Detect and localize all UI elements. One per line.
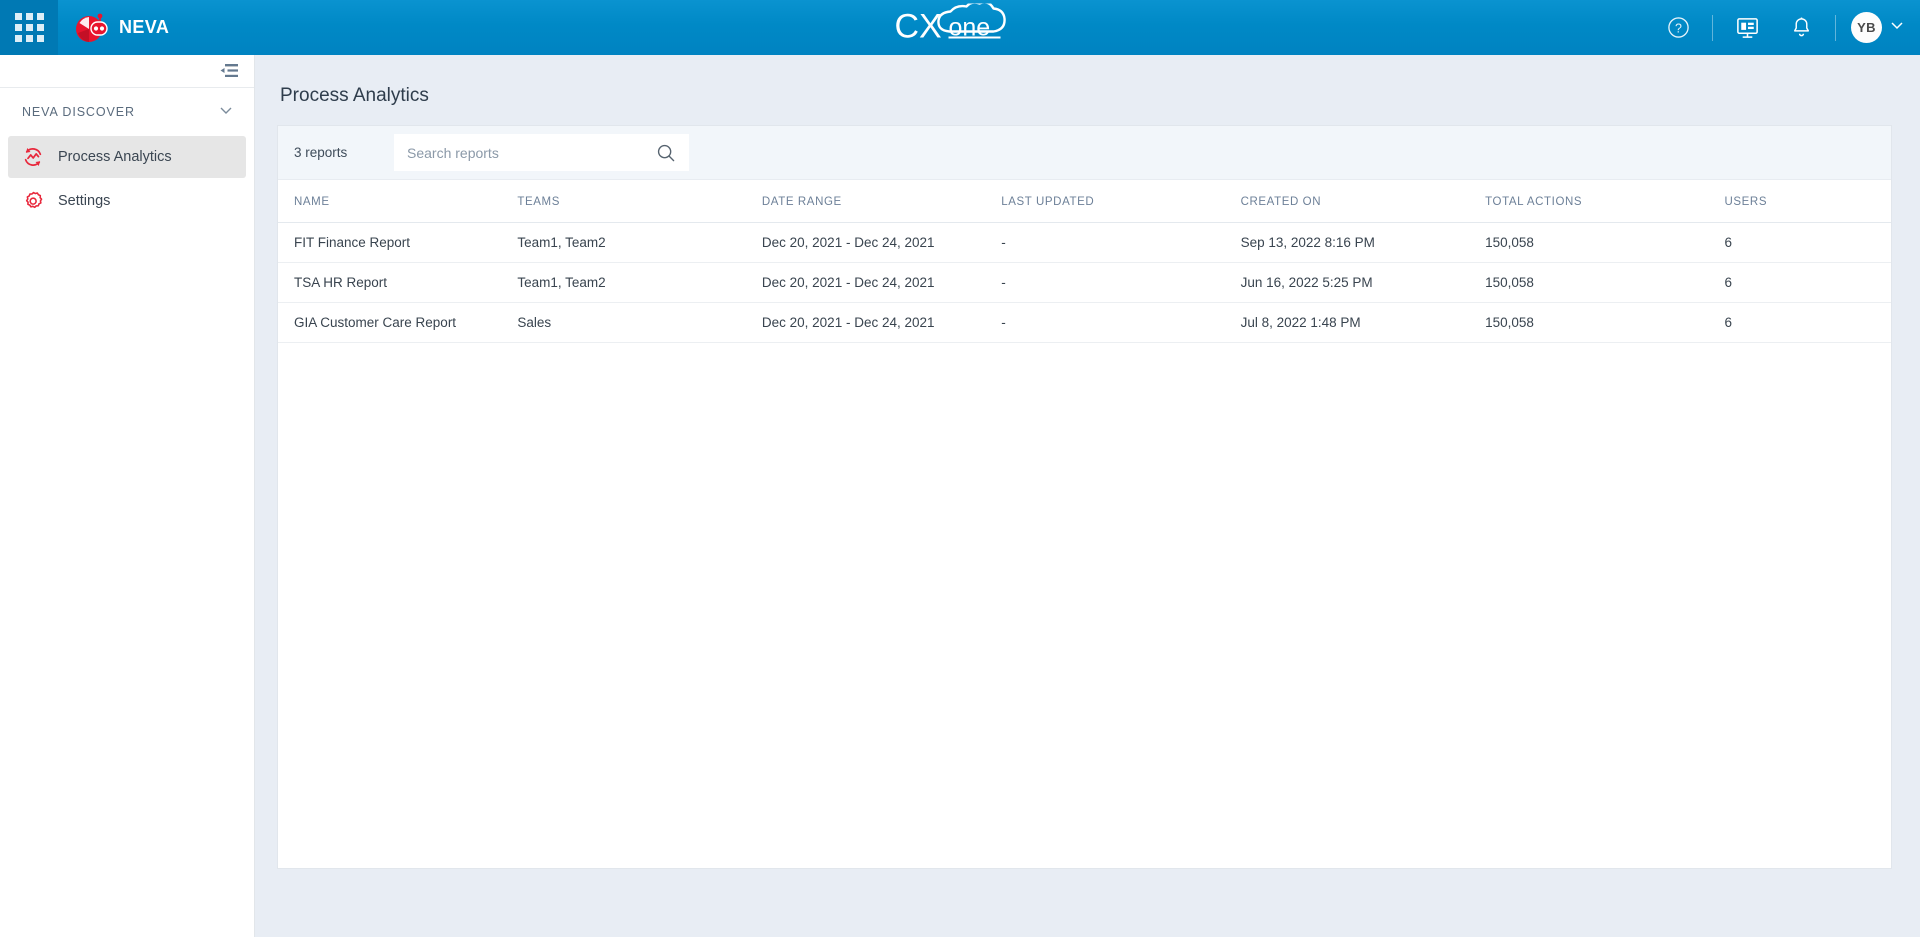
cell-total-actions: 150,058 (1485, 302, 1725, 343)
table-header: NAME TEAMS DATE RANGE LAST UPDATED CREAT… (278, 180, 1891, 223)
main-content: Process Analytics 3 reports NAME (255, 55, 1920, 937)
neva-robot-logo-icon (74, 11, 108, 45)
collapse-panel-icon (220, 64, 238, 77)
sidebar-item-settings[interactable]: Settings (8, 180, 246, 222)
cell-users: 6 (1724, 262, 1891, 303)
cell-name: TSA HR Report (278, 262, 518, 303)
column-header-date-range[interactable]: DATE RANGE (761, 180, 1002, 223)
cell-total-actions: 150,058 (1485, 222, 1725, 263)
sidebar-item-process-analytics[interactable]: Process Analytics (8, 136, 246, 178)
reports-toolbar: 3 reports (278, 126, 1891, 180)
cell-created-on: Jul 8, 2022 1:48 PM (1240, 302, 1486, 343)
presentation-screen-icon (1736, 18, 1758, 38)
cell-total-actions: 150,058 (1485, 262, 1725, 303)
column-header-teams[interactable]: TEAMS (517, 180, 762, 223)
cell-name: FIT Finance Report (278, 222, 518, 263)
search-icon (657, 144, 675, 161)
avatar: YB (1851, 12, 1882, 43)
cell-teams: Team1, Team2 (517, 222, 762, 263)
svg-text:?: ? (1675, 21, 1682, 35)
topbar-actions: ? YB (1651, 0, 1904, 55)
chevron-down-icon (1890, 18, 1904, 37)
cxone-logo: CX one (893, 0, 1028, 52)
reports-table: NAME TEAMS DATE RANGE LAST UPDATED CREAT… (278, 180, 1891, 343)
column-header-name[interactable]: NAME (278, 180, 518, 223)
divider (1712, 14, 1713, 41)
cell-teams: Team1, Team2 (517, 262, 762, 303)
reports-table-container: NAME TEAMS DATE RANGE LAST UPDATED CREAT… (278, 180, 1891, 868)
cell-date-range: Dec 20, 2021 - Dec 24, 2021 (761, 222, 1002, 263)
table-body: FIT Finance Report Team1, Team2 Dec 20, … (278, 222, 1891, 343)
sidebar: NEVA DISCOVER Process Analytics Settings (0, 55, 255, 937)
cell-users: 6 (1724, 302, 1891, 343)
search-box[interactable] (394, 134, 689, 171)
search-button[interactable] (649, 142, 677, 164)
table-row[interactable]: TSA HR Report Team1, Team2 Dec 20, 2021 … (278, 262, 1891, 303)
search-input[interactable] (407, 144, 649, 161)
column-header-users[interactable]: USERS (1724, 180, 1891, 223)
table-row[interactable]: GIA Customer Care Report Sales Dec 20, 2… (278, 302, 1891, 343)
cell-created-on: Jun 16, 2022 5:25 PM (1240, 262, 1486, 303)
cell-last-updated: - (1001, 222, 1241, 263)
cell-users: 6 (1724, 222, 1891, 263)
chevron-down-icon (218, 102, 234, 123)
reports-card: 3 reports NAME TEAMS DATE RANGE (277, 125, 1892, 869)
cell-name: GIA Customer Care Report (278, 302, 518, 343)
app-launcher-button[interactable] (0, 0, 58, 55)
table-header-row: NAME TEAMS DATE RANGE LAST UPDATED CREAT… (278, 180, 1891, 223)
cell-created-on: Sep 13, 2022 8:16 PM (1240, 222, 1486, 263)
cell-teams: Sales (517, 302, 762, 343)
table-row[interactable]: FIT Finance Report Team1, Team2 Dec 20, … (278, 222, 1891, 263)
cell-last-updated: - (1001, 302, 1241, 343)
column-header-last-updated[interactable]: LAST UPDATED (1001, 180, 1241, 223)
sidebar-collapse-button[interactable] (219, 62, 239, 80)
brand-name-label: NEVA (119, 17, 170, 37)
report-count-label: 3 reports (294, 145, 348, 160)
divider (1835, 14, 1836, 41)
help-button[interactable]: ? (1651, 0, 1705, 55)
notifications-button[interactable] (1774, 0, 1828, 55)
sidebar-section-label: NEVA DISCOVER (22, 105, 135, 119)
cell-last-updated: - (1001, 262, 1241, 303)
column-header-created-on[interactable]: CREATED ON (1240, 180, 1486, 223)
gear-icon (22, 190, 44, 212)
bell-icon (1793, 17, 1809, 37)
sidebar-header (0, 55, 254, 88)
user-menu-button[interactable]: YB (1843, 12, 1904, 43)
sidebar-item-label: Settings (58, 193, 111, 209)
column-header-total-actions[interactable]: TOTAL ACTIONS (1485, 180, 1725, 223)
page-title: Process Analytics (280, 85, 429, 106)
sidebar-item-label: Process Analytics (58, 149, 172, 165)
cell-date-range: Dec 20, 2021 - Dec 24, 2021 (761, 302, 1002, 343)
process-analytics-icon (22, 146, 44, 168)
help-circle-icon: ? (1667, 17, 1689, 38)
dashboard-button[interactable] (1720, 0, 1774, 55)
svg-text:CX: CX (895, 7, 942, 45)
cell-date-range: Dec 20, 2021 - Dec 24, 2021 (761, 262, 1002, 303)
sidebar-section-neva-discover[interactable]: NEVA DISCOVER (0, 88, 254, 136)
brand-area[interactable]: NEVA (58, 11, 169, 45)
apps-grid-icon (14, 13, 44, 42)
top-navigation-bar: NEVA CX one ? YB (0, 0, 1920, 55)
